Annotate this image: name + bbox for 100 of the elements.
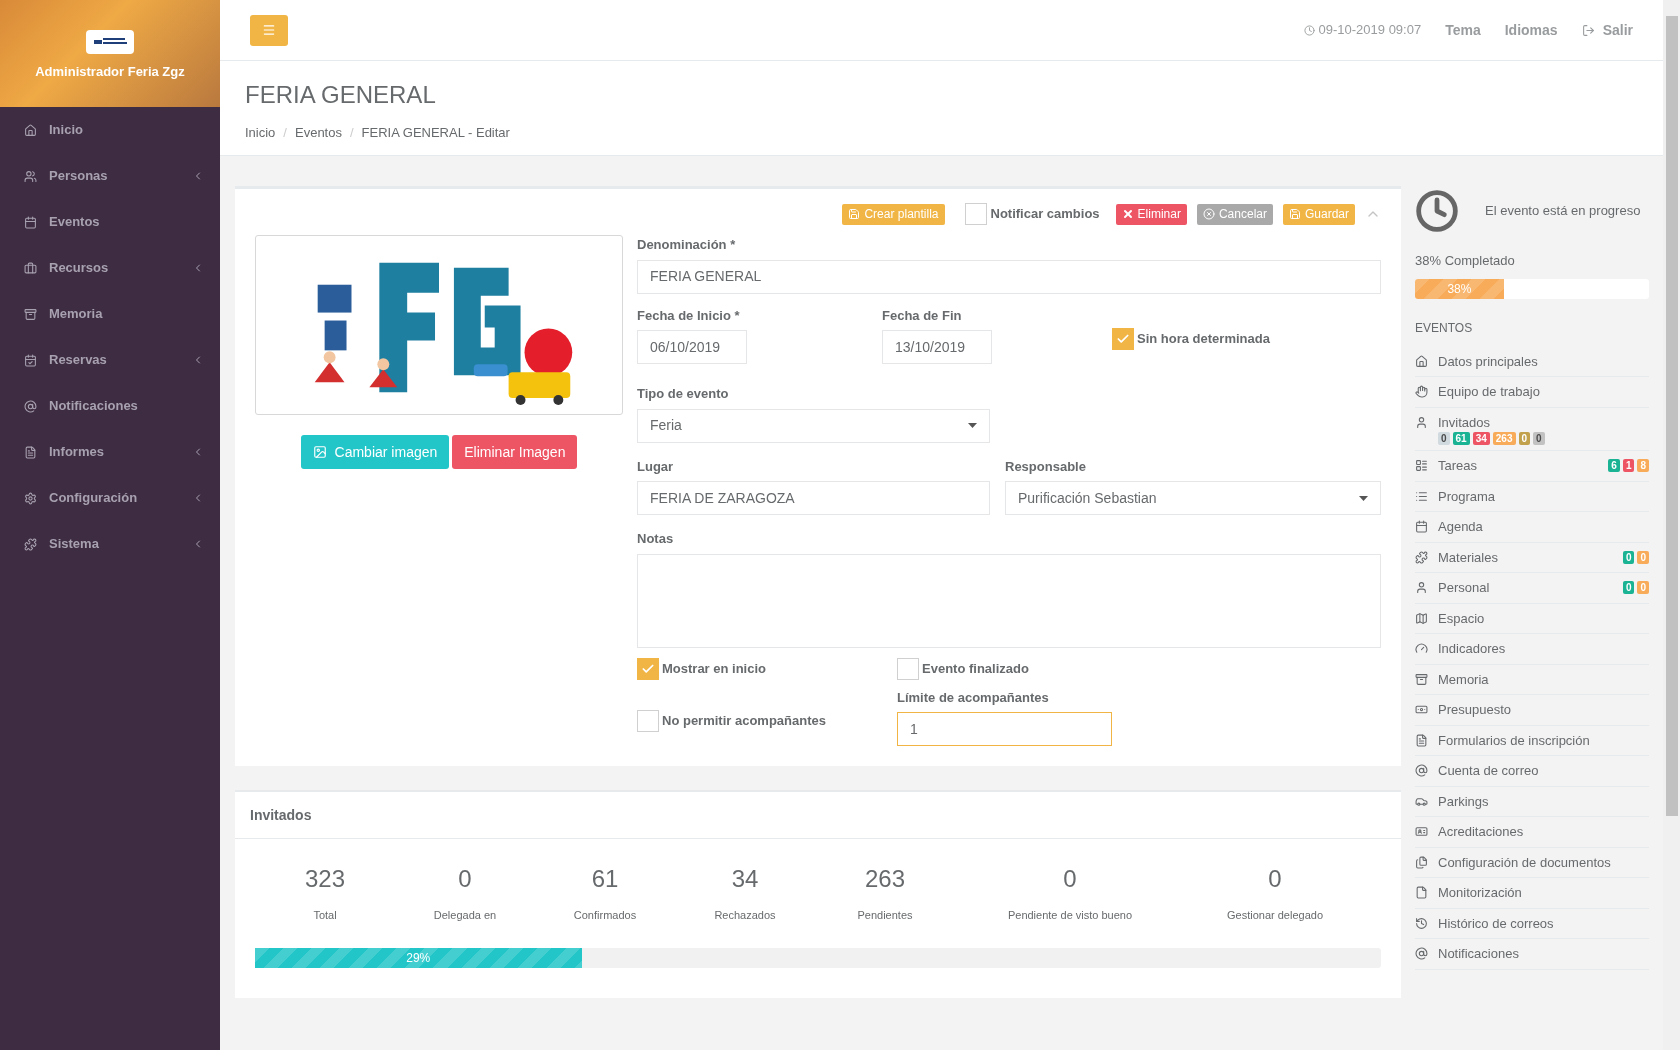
puzzle-icon (1415, 550, 1428, 564)
at-sign-icon (1415, 947, 1428, 961)
nav-item[interactable]: Personas (0, 153, 220, 199)
event-menu-item[interactable]: Notificaciones (1415, 939, 1649, 970)
select-field[interactable]: Purificación Sebastian (1005, 481, 1381, 515)
completion-text: 38% Completado (1415, 252, 1516, 270)
nav-item[interactable]: Memoria (0, 291, 220, 337)
input-field[interactable]: 1 (897, 712, 1112, 746)
stat-label: Total (313, 908, 337, 923)
field-label: Responsable (1005, 457, 1087, 476)
hand-icon (1415, 385, 1428, 399)
menu-button[interactable] (250, 14, 288, 46)
event-menu-item[interactable]: Memoria (1415, 664, 1649, 695)
event-menu-item[interactable]: Tareas 6 1 8 (1415, 451, 1649, 482)
event-menu-item[interactable]: Personal 0 0 (1415, 573, 1649, 604)
checkbox[interactable] (964, 203, 987, 225)
count-badge: 0 (1637, 581, 1649, 595)
count-badge: 6 (1608, 459, 1620, 473)
files-icon (1415, 855, 1428, 869)
event-menu-item[interactable]: Monitorización (1415, 878, 1649, 909)
nav-item[interactable]: Recursos (0, 245, 220, 291)
event-menu-item[interactable]: Histórico de correos (1415, 908, 1649, 939)
calendar-icon (24, 215, 37, 229)
event-menu-item[interactable]: Indicadores (1415, 634, 1649, 665)
save-icon (848, 208, 861, 220)
document-icon (24, 445, 37, 459)
archive-icon (24, 307, 37, 321)
nav-item[interactable]: Reservas (0, 337, 220, 383)
nav-item[interactable]: Sistema (0, 521, 220, 567)
clock-icon (1415, 189, 1459, 233)
breadcrumb-link[interactable]: Inicio (245, 123, 276, 143)
logout-link[interactable]: Salir (1581, 19, 1633, 41)
stat-label: Rechazados (714, 908, 776, 923)
checkbox-label: Mostrar en inicio (662, 659, 767, 678)
count-badge: 0 (1518, 432, 1531, 445)
count-badge: 263 (1492, 432, 1516, 445)
date-time: 09-10-2019 09:07 (1303, 20, 1422, 40)
save-icon (1288, 208, 1301, 220)
count-badge: 34 (1472, 432, 1490, 445)
menu-icon (262, 23, 276, 37)
list-icon (1415, 459, 1428, 473)
event-menu-item[interactable]: Formularios de inscripción (1415, 725, 1649, 756)
event-menu-item[interactable]: Equipo de trabajo (1415, 377, 1649, 408)
map-icon (1415, 611, 1428, 625)
checkbox-label: Notificar cambios (990, 205, 1100, 224)
input-field[interactable]: FERIA GENERAL (637, 259, 1381, 294)
event-menu-item[interactable]: Invitados 0 61 34 263 0 0 (1415, 407, 1649, 451)
input-field[interactable]: FERIA DE ZARAGOZA (637, 481, 990, 515)
input-field[interactable]: 13/10/2019 (882, 330, 992, 364)
notes-field[interactable] (637, 553, 1381, 648)
count-badge: 1 (1622, 459, 1635, 473)
stat-label: Delegada en (433, 908, 497, 923)
event-menu-item[interactable]: Materiales 0 0 (1415, 542, 1649, 573)
checkbox[interactable] (637, 657, 659, 680)
field-label: Notas (637, 530, 675, 548)
field-label: Tipo de evento (637, 385, 730, 403)
checkbox[interactable] (897, 657, 919, 680)
stat-value: 61 (591, 864, 619, 894)
select-field[interactable]: Feria (637, 408, 990, 443)
event-menu-item[interactable]: Parkings (1415, 786, 1649, 817)
caret-icon (968, 423, 977, 428)
nav-item[interactable]: Configuración (0, 475, 220, 521)
checkbox[interactable] (637, 709, 659, 732)
event-menu-item[interactable]: Datos principales (1415, 346, 1649, 377)
nav-item[interactable]: Notificaciones (0, 383, 220, 429)
event-menu-item[interactable]: Cuenta de correo (1415, 756, 1649, 787)
list-icon (1415, 489, 1428, 503)
at-sign-icon (24, 399, 37, 413)
top-link[interactable]: Tema (1445, 19, 1481, 41)
file-icon (1415, 886, 1428, 900)
event-menu-item[interactable]: Configuración de documentos (1415, 847, 1649, 878)
checkbox[interactable] (1112, 327, 1134, 350)
card-title: Invitados (235, 792, 1401, 839)
nav-item[interactable]: Eventos (0, 199, 220, 245)
at-sign-icon (1415, 764, 1428, 778)
nav-item[interactable]: Inicio (0, 107, 220, 153)
scrollbar[interactable] (1663, 0, 1680, 1050)
image-icon (312, 445, 327, 459)
event-menu-item[interactable]: Programa (1415, 481, 1649, 512)
image-button[interactable]: Eliminar Imagen (452, 435, 578, 469)
stat-value: 34 (731, 864, 759, 894)
stat-value: 323 (304, 864, 345, 894)
event-menu-item[interactable]: Espacio (1415, 603, 1649, 634)
checkbox-label: Sin hora determinada (1137, 329, 1270, 348)
top-link[interactable]: Idiomas (1504, 19, 1558, 41)
breadcrumb-link[interactable]: Eventos (295, 123, 342, 143)
users-icon (24, 169, 37, 183)
stat-value: 263 (864, 864, 905, 894)
breadcrumb-separator: / (283, 124, 287, 142)
count-badge: 61 (1452, 432, 1470, 445)
cancel-icon (1202, 208, 1215, 220)
input-field[interactable]: 06/10/2019 (637, 330, 747, 364)
action-button[interactable]: Eliminar (1115, 203, 1187, 225)
nav-item[interactable]: Informes (0, 429, 220, 475)
progress-reading: 29% (406, 949, 431, 967)
event-menu-item[interactable]: Acreditaciones (1415, 817, 1649, 848)
event-menu-item[interactable]: Agenda (1415, 512, 1649, 543)
breadcrumb-link[interactable]: FERIA GENERAL - Editar (361, 123, 510, 143)
event-menu-item[interactable]: Presupuesto (1415, 695, 1649, 726)
calendar-icon (1415, 520, 1428, 534)
